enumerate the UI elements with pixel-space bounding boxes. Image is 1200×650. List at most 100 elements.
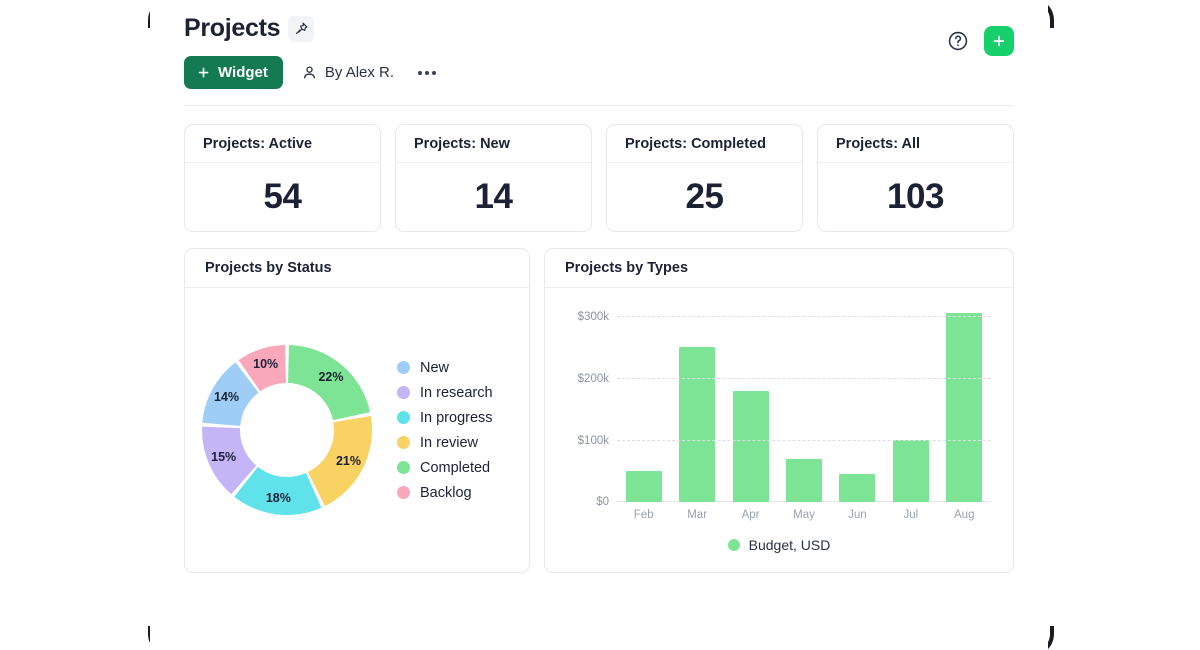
donut-slice[interactable] xyxy=(307,415,372,507)
panel-title: Projects by Status xyxy=(185,249,529,288)
gridline: $200k xyxy=(578,373,991,385)
panels-row: Projects by Status 22% 21% 18% 15% 14% 10% Ne… xyxy=(184,248,1014,573)
legend-color-swatch xyxy=(397,361,410,374)
bar-column xyxy=(724,304,777,502)
x-axis-labels: Feb Mar Apr May Jun Jul Aug xyxy=(617,509,991,521)
legend-color-swatch xyxy=(397,386,410,399)
kpi-label: Projects: Completed xyxy=(607,125,802,163)
bar-column xyxy=(938,304,991,502)
bar[interactable] xyxy=(892,440,929,502)
bar-column xyxy=(884,304,937,502)
legend-item[interactable]: Completed xyxy=(397,460,493,476)
projects-by-status-panel: Projects by Status 22% 21% 18% 15% 14% 10% Ne… xyxy=(184,248,530,573)
x-axis-tick-label: May xyxy=(793,509,815,521)
panel-title: Projects by Types xyxy=(545,249,1013,288)
add-widget-label: Widget xyxy=(218,64,268,81)
legend-item[interactable]: In research xyxy=(397,385,493,401)
legend-label: In review xyxy=(420,434,479,451)
x-axis-tick-label: Feb xyxy=(633,509,654,521)
kpi-label: Projects: All xyxy=(818,125,1013,163)
kpi-card-active[interactable]: Projects: Active 54 xyxy=(184,124,381,232)
bar-column xyxy=(777,304,830,502)
bar[interactable] xyxy=(946,313,983,502)
bar-column xyxy=(831,304,884,502)
panel-body: 22% 21% 18% 15% 14% 10% New In research In prog… xyxy=(185,288,529,572)
kpi-card-new[interactable]: Projects: New 14 xyxy=(395,124,592,232)
author-label: By Alex R. xyxy=(324,64,395,81)
bar-column xyxy=(617,304,670,502)
bar-column xyxy=(670,304,723,502)
add-button[interactable] xyxy=(984,26,1014,56)
kpi-value: 25 xyxy=(685,177,724,216)
dashboard-content: Projects: Active 54 Projects: New 14 Pro… xyxy=(150,106,1048,573)
title-row: Projects xyxy=(184,14,1014,43)
donut-chart-svg xyxy=(202,345,372,515)
legend-label: Budget, USD xyxy=(748,537,831,553)
legend-item[interactable]: In review xyxy=(397,435,493,451)
legend-color-swatch xyxy=(397,411,410,424)
gridline: $300k xyxy=(578,311,991,323)
legend-color-swatch xyxy=(727,539,740,551)
help-button[interactable] xyxy=(946,29,970,53)
projects-by-types-panel: Projects by Types $0 $100k $200k $300k Feb M… xyxy=(544,248,1014,573)
screenshot-root: Projects Widget By Alex R. Projects: Act… xyxy=(0,0,1200,650)
x-axis-tick-label: Jul xyxy=(903,509,919,521)
bar-plot-area: $0 $100k $200k $300k xyxy=(578,304,991,508)
x-axis-tick-label: Mar xyxy=(687,509,708,521)
bar[interactable] xyxy=(839,474,876,502)
user-icon xyxy=(303,66,315,79)
more-horizontal-icon xyxy=(425,70,430,75)
author-button[interactable]: By Alex R. xyxy=(301,64,394,81)
y-axis-tick-label: $300k xyxy=(577,311,609,324)
kpi-card-completed[interactable]: Projects: Completed 25 xyxy=(606,124,803,232)
kpi-label: Projects: New xyxy=(396,125,591,163)
donut-chart: 22% 21% 18% 15% 14% 10% xyxy=(199,342,375,518)
donut-chart-wrap: 22% 21% 18% 15% 14% 10% New In research In prog… xyxy=(185,288,529,572)
plus-icon xyxy=(993,35,1005,47)
toolbar: Widget By Alex R. xyxy=(184,56,1014,105)
bar[interactable] xyxy=(679,347,716,502)
kpi-row: Projects: Active 54 Projects: New 14 Pro… xyxy=(184,124,1014,232)
legend-color-swatch xyxy=(397,461,410,474)
pin-icon xyxy=(295,22,308,35)
kpi-value: 103 xyxy=(887,177,944,216)
plus-icon xyxy=(198,67,209,78)
more-horizontal-icon xyxy=(432,70,437,75)
header-actions xyxy=(946,26,1014,56)
more-options-button[interactable] xyxy=(412,67,442,79)
legend-item[interactable]: Backlog xyxy=(397,485,493,501)
kpi-value: 14 xyxy=(474,177,513,216)
kpi-card-all[interactable]: Projects: All 103 xyxy=(817,124,1014,232)
legend-color-swatch xyxy=(397,436,410,449)
panel-body: $0 $100k $200k $300k Feb Mar Apr May Jun Jul Aug … xyxy=(545,288,1013,572)
app-panel: Projects Widget By Alex R. Projects: Act… xyxy=(150,0,1048,650)
legend-item[interactable]: In progress xyxy=(397,410,493,426)
pin-button[interactable] xyxy=(288,15,315,42)
y-axis-tick-label: $200k xyxy=(577,373,609,386)
bar-series xyxy=(617,304,991,502)
bar[interactable] xyxy=(732,390,769,502)
bar-chart-legend: Budget, USD xyxy=(561,537,997,553)
legend-label: New xyxy=(420,359,450,376)
donut-slice[interactable] xyxy=(288,345,371,421)
y-axis-tick-label: $100k xyxy=(577,435,609,448)
kpi-label: Projects: Active xyxy=(185,125,380,163)
x-axis-tick-label: Aug xyxy=(954,509,975,521)
legend-color-swatch xyxy=(397,486,410,499)
page-header: Projects Widget By Alex R. xyxy=(150,0,1048,105)
legend-label: Backlog xyxy=(420,484,472,501)
legend-label: Completed xyxy=(420,459,491,476)
legend-item[interactable]: New xyxy=(397,360,493,376)
help-circle-icon xyxy=(948,31,968,51)
gridline: $100k xyxy=(578,435,991,447)
bar[interactable] xyxy=(785,458,822,502)
add-widget-button[interactable]: Widget xyxy=(184,56,283,89)
page-title: Projects xyxy=(184,14,281,42)
legend-label: In progress xyxy=(420,409,493,426)
x-axis-tick-label: Apr xyxy=(741,509,760,521)
kpi-value: 54 xyxy=(263,177,302,216)
more-horizontal-icon xyxy=(418,70,423,75)
bar-chart: $0 $100k $200k $300k Feb Mar Apr May Jun Jul Aug … xyxy=(545,288,1013,572)
x-axis-tick-label: Jun xyxy=(848,509,867,521)
bar[interactable] xyxy=(625,471,662,502)
